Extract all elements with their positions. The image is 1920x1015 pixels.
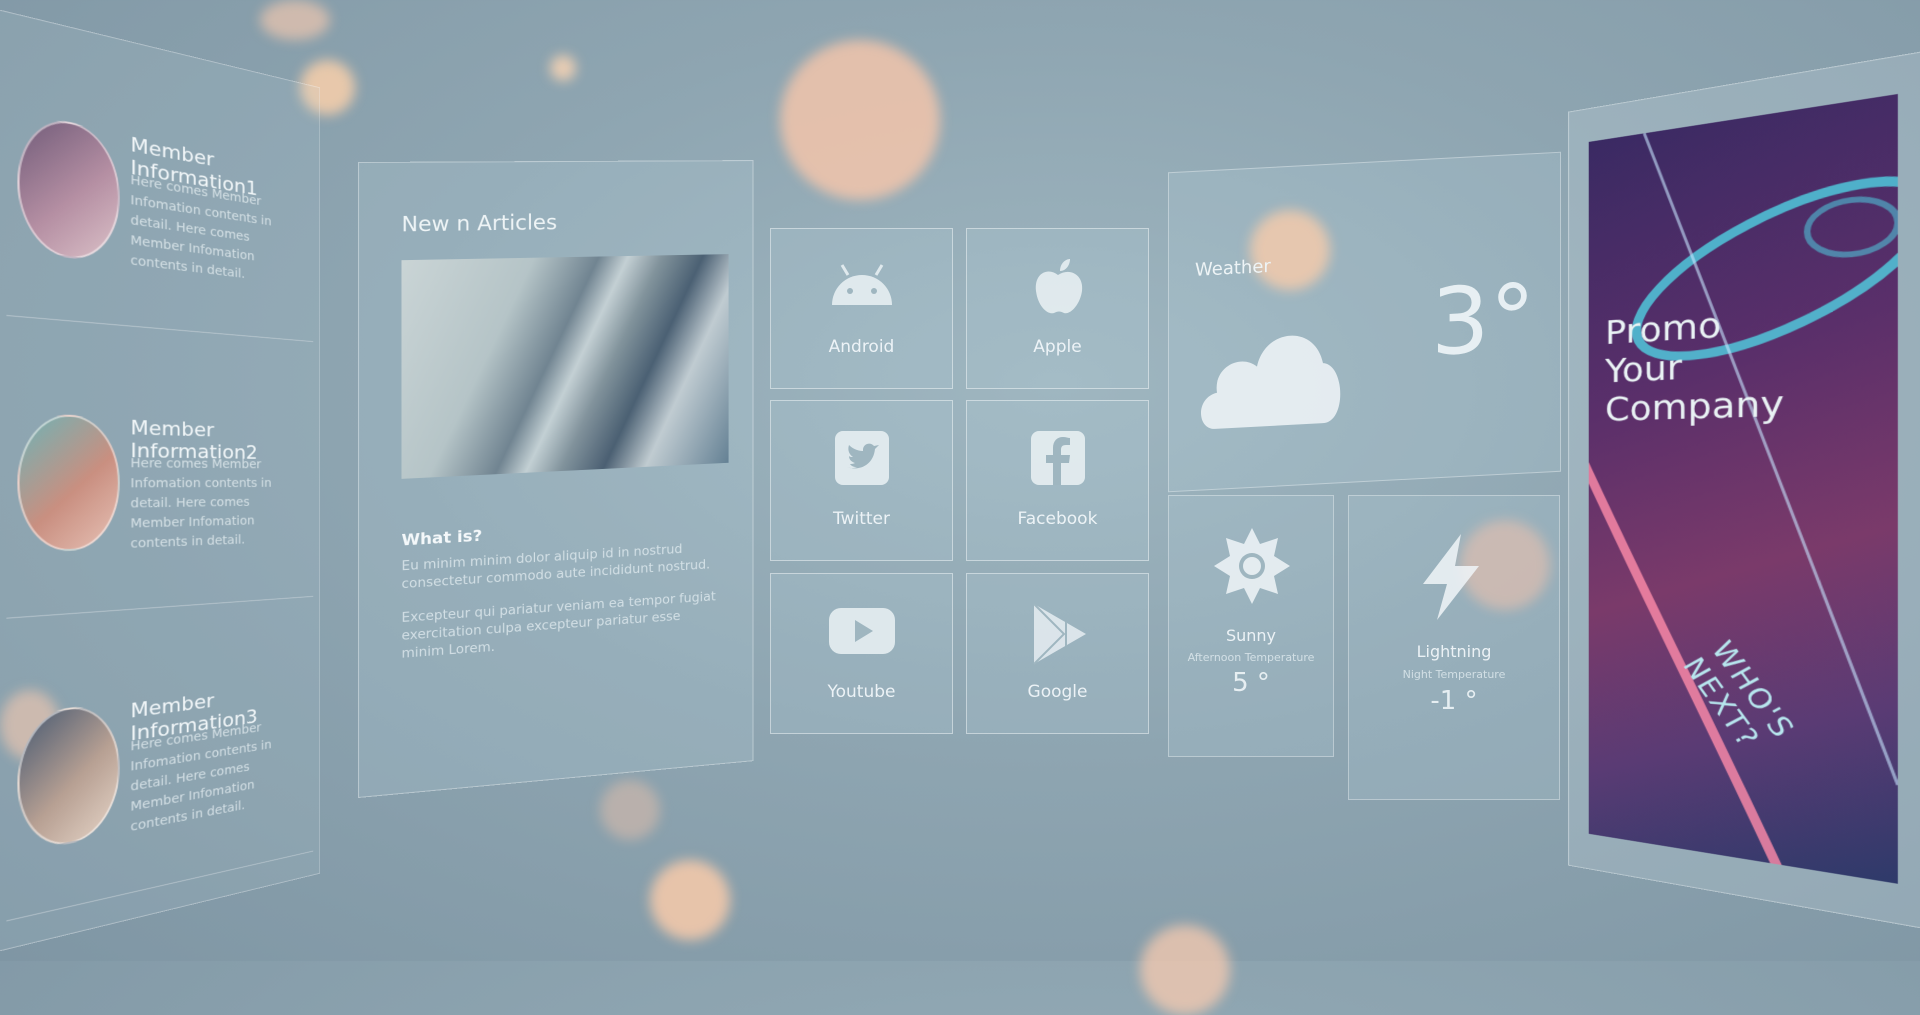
tile-label: Facebook: [1017, 509, 1098, 529]
tile-google[interactable]: Google: [966, 573, 1149, 734]
promo-title-line: Company: [1605, 382, 1785, 429]
members-panel: Member Information1 Here comes Member In…: [0, 0, 321, 961]
tile-android[interactable]: Android: [770, 228, 953, 389]
sunny-label: Sunny: [1225, 626, 1277, 645]
tile-label: Twitter: [833, 509, 890, 529]
dashboard-scene: Member Information1 Here comes Member In…: [0, 0, 1920, 961]
member-card[interactable]: Member Information1 Here comes Member In…: [6, 31, 314, 343]
tile-twitter[interactable]: Twitter: [770, 400, 953, 561]
tile-label: Android: [828, 337, 895, 357]
article-paragraph: Excepteur qui pariatur veniam ea tempor …: [401, 589, 716, 662]
weather-lightning-card[interactable]: Lightning Night Temperature -1 °: [1348, 495, 1560, 800]
tile-label: Google: [1027, 682, 1088, 702]
lightning-label: Lightning: [1416, 642, 1492, 661]
member-card[interactable]: Member Information2 Here comes Member In…: [6, 334, 314, 619]
apple-icon: [1035, 259, 1082, 314]
tile-apple[interactable]: Apple: [966, 228, 1149, 389]
lightning-value: -1 °: [1430, 686, 1478, 716]
youtube-icon: [828, 608, 895, 654]
lightning-icon: [1423, 534, 1479, 620]
cloud-icon: [1201, 335, 1341, 429]
avatar: [17, 413, 120, 553]
tile-label: Apple: [1033, 337, 1082, 357]
articles-panel: New n Articles What is? Eu minim minim d…: [358, 160, 754, 799]
weather-panel[interactable]: Weather 3°: [1168, 151, 1561, 493]
sun-icon: [1214, 528, 1290, 604]
articles-heading: New n Articles: [401, 210, 558, 237]
avatar: [17, 111, 120, 265]
android-icon: [831, 264, 892, 305]
article-question: What is?: [401, 525, 483, 550]
article-image[interactable]: [401, 254, 729, 479]
promo-frame: Promo Your Company WHO'S NEXT?: [1568, 50, 1920, 930]
tile-facebook[interactable]: Facebook: [966, 400, 1149, 561]
promo-poster[interactable]: Promo Your Company WHO'S NEXT?: [1588, 93, 1898, 884]
tile-youtube[interactable]: Youtube: [770, 573, 953, 734]
facebook-icon: [1030, 431, 1085, 485]
weather-title: Weather: [1195, 255, 1271, 281]
weather-temperature: 3°: [1431, 264, 1536, 377]
tile-label: Youtube: [827, 682, 896, 702]
avatar: [17, 701, 120, 854]
sunny-value: 5 °: [1232, 668, 1270, 698]
member-card[interactable]: Member Information3 Here comes Member In…: [6, 612, 314, 922]
sunny-sub: Afternoon Temperature: [1187, 651, 1315, 664]
member-description: Here comes Member Infomation contents in…: [130, 456, 272, 552]
lightning-sub: Night Temperature: [1402, 668, 1506, 681]
neon-swirl-decoration: [1589, 94, 1898, 884]
twitter-icon: [834, 431, 889, 485]
google-play-icon: [1032, 603, 1086, 665]
article-paragraph: Eu minim minim dolor aliquip id in nostr…: [401, 542, 711, 593]
promo-title: Promo Your Company: [1605, 300, 1784, 429]
weather-sunny-card[interactable]: Sunny Afternoon Temperature 5 °: [1168, 495, 1334, 757]
